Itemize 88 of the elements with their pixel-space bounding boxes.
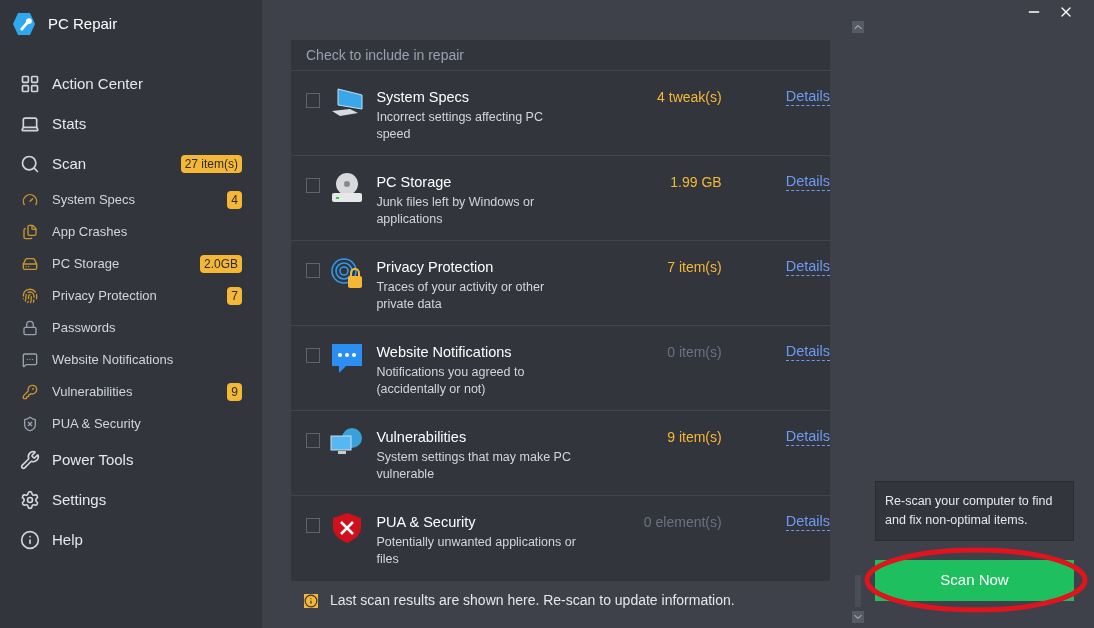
result-count: 0 element(s) bbox=[642, 513, 722, 532]
info-icon bbox=[20, 530, 40, 550]
sidebar-item[interactable]: Vulnerabilities 9 bbox=[0, 376, 262, 408]
wrench-icon bbox=[20, 450, 40, 470]
sidebar-item[interactable]: Power Tools bbox=[0, 440, 262, 480]
result-count: 9 item(s) bbox=[666, 428, 722, 447]
grid-icon bbox=[20, 74, 40, 94]
checkbox[interactable] bbox=[306, 263, 321, 278]
sidebar-label: PUA & Security bbox=[52, 415, 142, 434]
sidebar-label: Stats bbox=[52, 113, 88, 134]
info-icon bbox=[304, 593, 318, 608]
sidebar-item[interactable]: Stats bbox=[0, 104, 262, 144]
result-count: 1.99 GB bbox=[669, 173, 722, 192]
shield-icon bbox=[22, 416, 38, 432]
hint-card: Re-scan your computer to find and fix non-optimal items. bbox=[875, 481, 1074, 541]
details-link[interactable]: Details bbox=[785, 427, 830, 446]
count-badge: 27 item(s) bbox=[180, 155, 242, 173]
sidebar-item[interactable]: Privacy Protection 7 bbox=[0, 280, 262, 312]
category-title: Privacy Protection bbox=[376, 258, 495, 277]
category-title: Website Notifications bbox=[376, 343, 513, 362]
sidebar-item[interactable]: App Crashes bbox=[0, 216, 262, 248]
gauge-icon bbox=[22, 192, 38, 208]
checkbox[interactable] bbox=[306, 518, 321, 533]
sidebar-label: App Crashes bbox=[52, 223, 129, 242]
settings-icon bbox=[20, 490, 40, 510]
category-title: Vulnerabilities bbox=[376, 428, 468, 447]
details-link[interactable]: Details bbox=[785, 342, 830, 361]
result-count: 4 tweak(s) bbox=[656, 88, 722, 107]
sidebar-label: Help bbox=[52, 529, 84, 550]
chat-bubble-icon bbox=[22, 352, 38, 368]
category-description: System settings that may make PC vulnerable bbox=[376, 449, 572, 483]
scroll-up-button[interactable] bbox=[851, 21, 864, 33]
lock-icon bbox=[22, 320, 38, 336]
sidebar-item[interactable]: Action Center bbox=[0, 64, 262, 104]
sidebar-item[interactable]: Website Notifications bbox=[0, 344, 262, 376]
checkbox[interactable] bbox=[306, 178, 321, 193]
count-badge: 9 bbox=[227, 383, 242, 401]
scroll-down-button[interactable] bbox=[851, 611, 864, 623]
panel-header: Check to include in repair bbox=[291, 40, 830, 71]
computer-icon bbox=[330, 87, 365, 119]
fingerprint-icon bbox=[22, 288, 38, 304]
drive-icon bbox=[22, 256, 38, 272]
category-title: PC Storage bbox=[376, 173, 453, 192]
count-badge: 7 bbox=[227, 287, 242, 305]
sidebar-item[interactable]: PC Storage 2.0GB bbox=[0, 248, 262, 280]
category-title: System Specs bbox=[376, 88, 471, 107]
disk-drive-icon bbox=[330, 172, 365, 204]
checkbox[interactable] bbox=[306, 348, 321, 363]
scan-note: Last scan results are shown here. Re-scan to update information. bbox=[330, 591, 735, 610]
count-badge: 4 bbox=[227, 191, 242, 209]
count-badge: 2.0GB bbox=[199, 255, 242, 273]
sidebar-label: Action Center bbox=[52, 73, 144, 94]
category-title: PUA & Security bbox=[376, 513, 477, 532]
app-title: PC Repair bbox=[48, 13, 118, 34]
checkbox[interactable] bbox=[306, 93, 321, 108]
sidebar-label: Power Tools bbox=[52, 449, 135, 470]
details-link[interactable]: Details bbox=[785, 512, 830, 531]
sidebar-item[interactable]: Scan 27 item(s) bbox=[0, 144, 262, 184]
sidebar-label: System Specs bbox=[52, 191, 137, 210]
category-description: Potentially unwanted applications or files bbox=[376, 534, 577, 568]
fingerprint-lock-icon bbox=[330, 257, 365, 289]
details-link[interactable]: Details bbox=[785, 257, 830, 276]
sidebar-label: Website Notifications bbox=[52, 351, 175, 370]
category-description: Traces of your activity or other private data bbox=[376, 279, 546, 313]
files-icon bbox=[22, 224, 38, 240]
category-description: Junk files left by Windows or applications bbox=[376, 194, 536, 228]
app-logo-icon bbox=[12, 12, 36, 36]
result-count: 0 item(s) bbox=[666, 343, 722, 362]
result-count: 7 item(s) bbox=[666, 258, 722, 277]
sidebar-item[interactable]: Settings bbox=[0, 480, 262, 520]
category-description: Incorrect settings affecting PC speed bbox=[376, 109, 544, 143]
sidebar-item[interactable]: PUA & Security bbox=[0, 408, 262, 440]
chat-bubble-icon bbox=[330, 342, 365, 374]
sidebar-label: Vulnerabilities bbox=[52, 383, 134, 402]
details-link[interactable]: Details bbox=[785, 87, 830, 106]
checkbox[interactable] bbox=[306, 433, 321, 448]
sidebar-label: Privacy Protection bbox=[52, 287, 158, 306]
sidebar-label: Passwords bbox=[52, 319, 117, 338]
sidebar-label: Settings bbox=[52, 489, 108, 510]
sidebar-label: Scan bbox=[52, 153, 88, 174]
sidebar-item[interactable]: Help bbox=[0, 520, 262, 560]
sidebar-item[interactable]: Passwords bbox=[0, 312, 262, 344]
details-link[interactable]: Details bbox=[785, 172, 830, 191]
category-description: Notifications you agreed to (accidentally or not) bbox=[376, 364, 526, 398]
sidebar-item[interactable]: System Specs 4 bbox=[0, 184, 262, 216]
search-icon bbox=[20, 154, 40, 174]
laptop-icon bbox=[20, 114, 40, 134]
sidebar-label: PC Storage bbox=[52, 255, 121, 274]
